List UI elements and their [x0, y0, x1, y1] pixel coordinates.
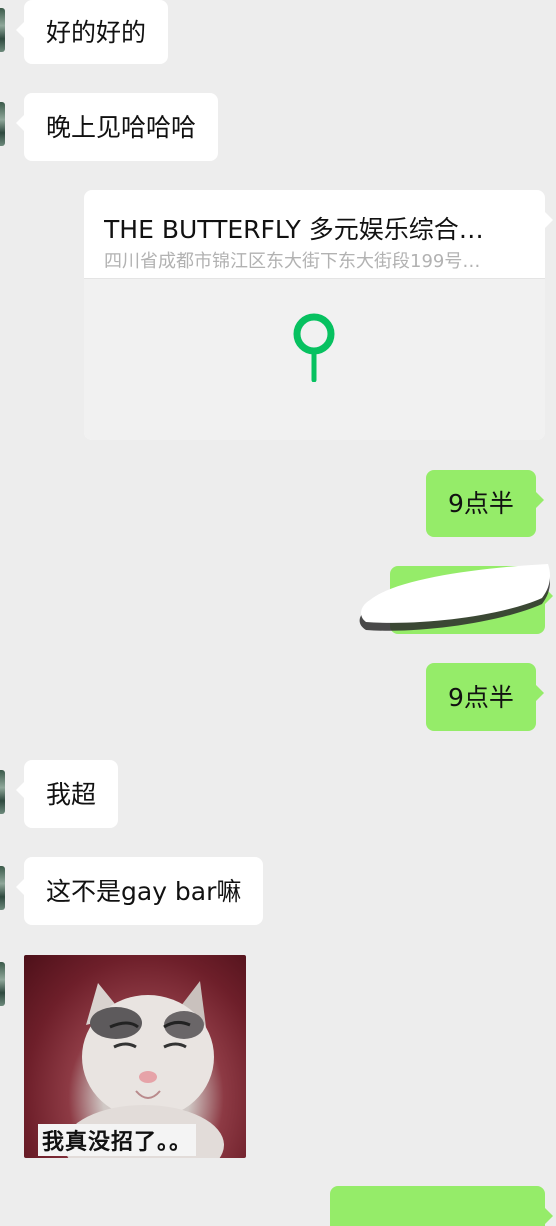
image-message-sticker[interactable]: 我真没招了。。 — [24, 955, 246, 1158]
sticker-caption: 我真没招了。。 — [38, 1124, 197, 1156]
contact-avatar[interactable] — [0, 8, 5, 52]
location-message-card[interactable]: THE BUTTERFLY 多元娱乐综合… 四川省成都市锦江区东大街下东大街段1… — [84, 190, 553, 440]
message-bubble-received[interactable]: 晚上见哈哈哈 — [15, 93, 219, 161]
message-bubble-received[interactable]: 我超 — [15, 760, 119, 828]
message-text: 这不是gay bar嘛 — [46, 876, 242, 906]
message-text: 9点半 — [448, 489, 514, 518]
location-address: 四川省成都市锦江区东大街下东大街段199号… — [104, 251, 481, 272]
location-title: THE BUTTERFLY 多元娱乐综合… — [104, 215, 484, 244]
location-map-preview[interactable] — [84, 278, 545, 440]
redaction-scribble — [350, 560, 556, 640]
message-bubble-received[interactable]: 这不是gay bar嘛 — [15, 857, 264, 925]
contact-avatar[interactable] — [0, 962, 5, 1006]
message-text: 好的好的 — [46, 17, 147, 47]
message-text: 9点半 — [448, 682, 514, 712]
message-text: 晚上见哈哈哈 — [46, 112, 197, 142]
message-bubble-sent[interactable]: 9点半 — [426, 663, 544, 731]
contact-avatar[interactable] — [0, 866, 5, 910]
contact-avatar[interactable] — [0, 770, 5, 814]
location-pin-icon — [293, 313, 335, 382]
message-bubble-sent[interactable]: 9点半 — [426, 470, 544, 537]
message-text: 我超 — [46, 779, 97, 809]
contact-avatar[interactable] — [0, 102, 5, 146]
message-bubble-received[interactable]: 好的好的 — [15, 0, 169, 64]
message-bubble-sent[interactable] — [330, 1186, 553, 1226]
